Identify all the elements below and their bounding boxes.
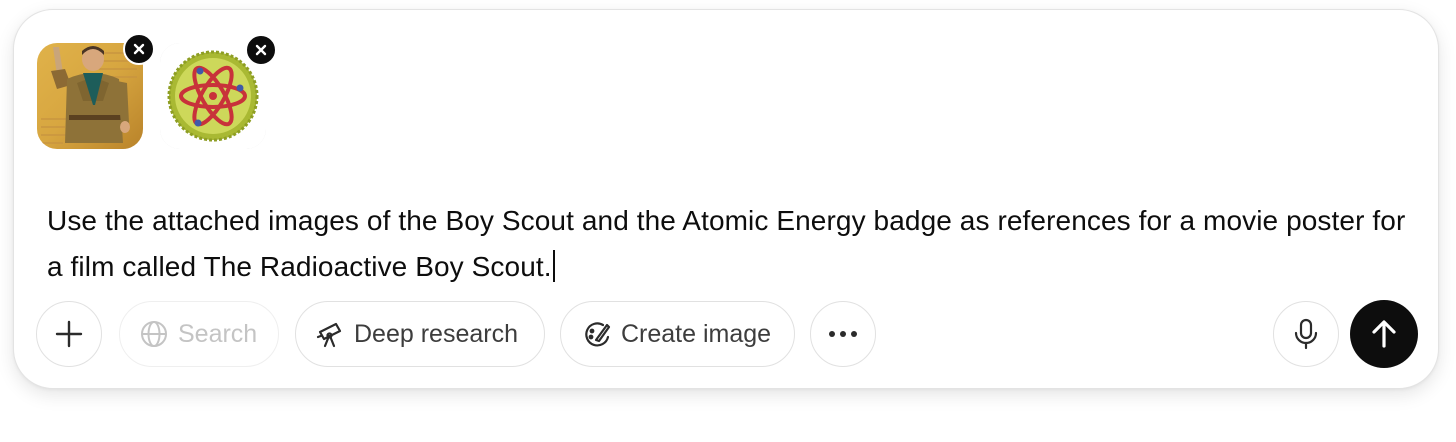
plus-icon xyxy=(55,320,83,348)
text-caret xyxy=(552,250,555,282)
composer-toolbar: Search Deep research Create image xyxy=(36,300,1418,369)
remove-attachment-button[interactable] xyxy=(245,34,277,66)
ellipsis-icon xyxy=(829,331,857,337)
attachment-thumbnail-scout[interactable] xyxy=(37,33,155,149)
add-attachment-button[interactable] xyxy=(36,301,102,367)
microphone-icon xyxy=(1294,318,1318,350)
prompt-text: Use the attached images of the Boy Scout… xyxy=(47,205,1406,282)
message-composer: Use the attached images of the Boy Scout… xyxy=(13,9,1439,389)
close-icon xyxy=(133,43,145,55)
create-image-button[interactable]: Create image xyxy=(560,301,795,367)
palette-icon xyxy=(585,322,611,347)
telescope-icon xyxy=(316,322,342,348)
arrow-up-icon xyxy=(1372,320,1396,348)
deep-research-label: Deep research xyxy=(354,319,518,348)
search-label: Search xyxy=(178,319,258,348)
remove-attachment-button[interactable] xyxy=(123,33,155,65)
more-tools-button[interactable] xyxy=(810,301,876,367)
search-button[interactable]: Search xyxy=(119,301,279,367)
attachment-thumbnail-badge[interactable] xyxy=(160,34,277,149)
send-button[interactable] xyxy=(1350,300,1418,368)
create-image-label: Create image xyxy=(621,319,772,348)
deep-research-button[interactable]: Deep research xyxy=(295,301,545,367)
close-icon xyxy=(255,44,267,56)
prompt-input[interactable]: Use the attached images of the Boy Scout… xyxy=(47,198,1407,290)
dictate-button[interactable] xyxy=(1273,301,1339,367)
globe-icon xyxy=(141,321,167,347)
